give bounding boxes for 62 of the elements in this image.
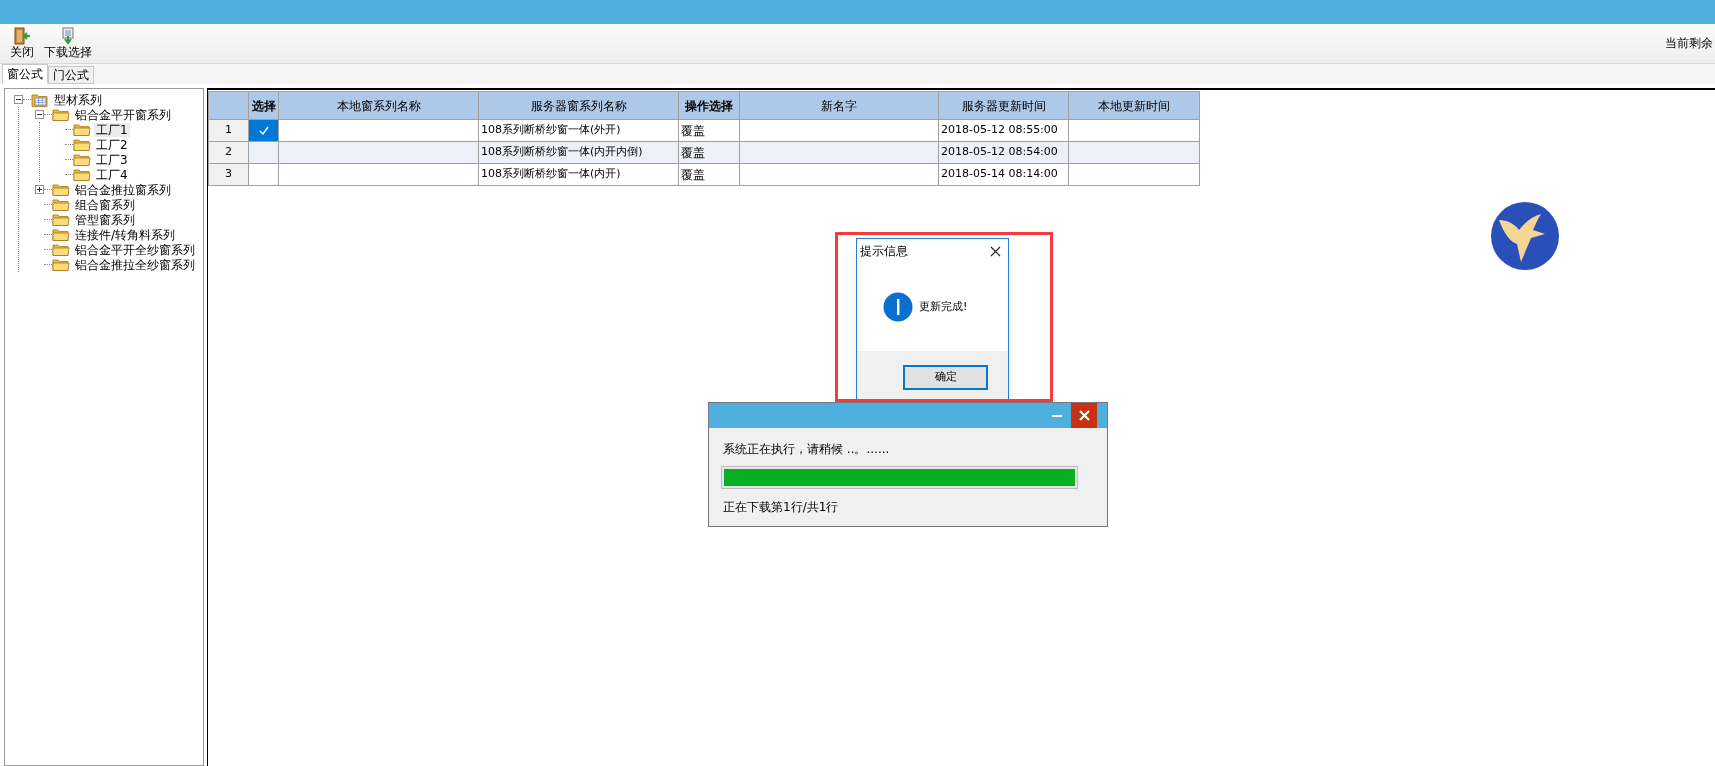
tree-item[interactable]: 工厂2 bbox=[94, 137, 130, 152]
column-header[interactable]: 服务器更新时间 bbox=[938, 91, 1069, 120]
folder-icon bbox=[73, 168, 91, 181]
dialog-message: 更新完成! bbox=[919, 298, 968, 315]
bird-logo-icon bbox=[1489, 200, 1561, 272]
folder-icon bbox=[52, 213, 70, 226]
column-header[interactable]: 服务器窗系列名称 bbox=[478, 91, 679, 120]
tree-item[interactable]: 铝合金平开窗系列 bbox=[73, 107, 173, 122]
folder-icon bbox=[73, 138, 91, 151]
column-header[interactable]: 本地更新时间 bbox=[1068, 91, 1200, 120]
close-button[interactable] bbox=[1071, 403, 1097, 428]
folder-icon bbox=[73, 123, 91, 136]
table-cell: 2018-05-14 08:14:00 bbox=[938, 163, 1069, 186]
table-cell: 108系列断桥纱窗一体(外开) bbox=[478, 119, 679, 142]
row-header-corner bbox=[208, 91, 249, 120]
table-cell: 108系列断桥纱窗一体(内开内倒) bbox=[478, 141, 679, 164]
toolbar-button[interactable]: 下载选择 bbox=[42, 27, 94, 59]
folder-icon bbox=[73, 153, 91, 166]
row-number: 1 bbox=[208, 119, 249, 142]
progress-status: 正在下载第1行/共1行 bbox=[723, 499, 840, 516]
tree-item[interactable]: 工厂4 bbox=[94, 167, 130, 182]
door-exit-icon bbox=[13, 27, 31, 45]
tree-item[interactable]: 组合窗系列 bbox=[73, 197, 137, 212]
folder-icon bbox=[52, 183, 70, 196]
toolbar-button[interactable]: 关闭 bbox=[8, 27, 36, 59]
column-header[interactable]: 本地窗系列名称 bbox=[278, 91, 479, 120]
tree-item[interactable]: 管型窗系列 bbox=[73, 212, 137, 227]
folder-icon bbox=[52, 228, 70, 241]
expand-icon[interactable] bbox=[34, 185, 44, 194]
close-icon[interactable] bbox=[990, 245, 1001, 257]
ok-button[interactable]: 确定 bbox=[903, 364, 988, 390]
info-icon bbox=[883, 292, 913, 322]
table-cell: 2018-05-12 08:55:00 bbox=[938, 119, 1069, 142]
folder-icon bbox=[52, 258, 70, 271]
database-folder-icon bbox=[31, 92, 49, 107]
collapse-icon[interactable] bbox=[13, 95, 23, 104]
tree-item[interactable]: 工厂1 bbox=[94, 122, 130, 137]
status-text: 当前剩余 bbox=[1665, 35, 1714, 52]
check-icon bbox=[258, 126, 269, 135]
column-header[interactable]: 选择 bbox=[248, 91, 279, 120]
collapse-icon[interactable] bbox=[34, 110, 44, 119]
row-number: 3 bbox=[208, 163, 249, 186]
tab[interactable]: 门公式 bbox=[48, 66, 94, 84]
download-icon bbox=[61, 27, 75, 45]
tree-item[interactable]: 连接件/转角料系列 bbox=[73, 227, 178, 242]
column-header[interactable]: 新名字 bbox=[739, 91, 939, 120]
table-cell: 108系列断桥纱窗一体(内开) bbox=[478, 163, 679, 186]
folder-icon bbox=[52, 243, 70, 256]
tree-item[interactable]: 铝合金平开全纱窗系列 bbox=[73, 242, 197, 257]
tree-item[interactable]: 型材系列 bbox=[52, 92, 104, 107]
tree-item[interactable]: 工厂3 bbox=[94, 152, 130, 167]
column-header[interactable]: 操作选择 bbox=[678, 91, 740, 120]
folder-icon bbox=[52, 108, 70, 121]
folder-icon bbox=[52, 198, 70, 211]
row-number: 2 bbox=[208, 141, 249, 164]
table-cell: 2018-05-12 08:54:00 bbox=[938, 141, 1069, 164]
tree-item[interactable]: 铝合金推拉全纱窗系列 bbox=[73, 257, 197, 272]
close-icon bbox=[1078, 410, 1090, 421]
progress-message: 系统正在执行，请稍候 ..。...... bbox=[723, 441, 891, 458]
tree-item[interactable]: 铝合金推拉窗系列 bbox=[73, 182, 173, 197]
tab[interactable]: 窗公式 bbox=[2, 64, 48, 84]
dialog-title: 提示信息 bbox=[860, 243, 908, 260]
